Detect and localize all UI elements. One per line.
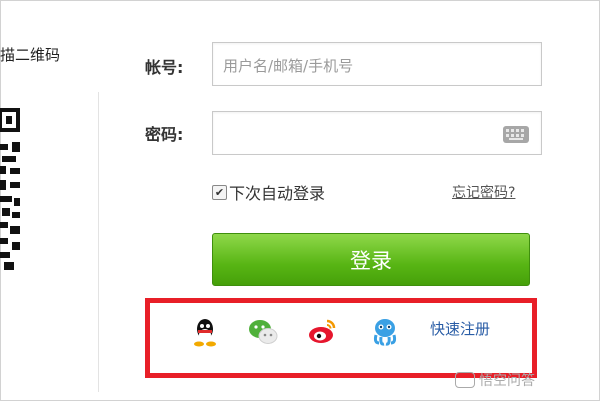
watermark-text: 悟空问答: [479, 373, 535, 389]
login-button[interactable]: 登录: [212, 233, 530, 286]
keyboard-icon[interactable]: [503, 126, 529, 143]
tencent-weibo-icon[interactable]: [370, 317, 400, 347]
auto-login-label: 下次自动登录: [229, 184, 326, 203]
forgot-password-link[interactable]: 忘记密码?: [452, 182, 515, 202]
account-input[interactable]: 用户名/邮箱/手机号: [212, 42, 542, 86]
weibo-icon[interactable]: [307, 317, 337, 347]
qr-code: [0, 108, 20, 270]
qr-scan-label: 描二维码: [0, 46, 61, 64]
auto-login-option[interactable]: ✔ 下次自动登录: [212, 180, 325, 204]
watermark-logo-icon: [455, 372, 475, 388]
auto-login-checkbox[interactable]: ✔: [212, 184, 227, 200]
account-label: 帐号:: [145, 58, 184, 77]
section-divider: [98, 92, 99, 392]
quick-register-link[interactable]: 快速注册: [430, 318, 490, 339]
watermark: 悟空问答: [455, 370, 535, 390]
qq-icon[interactable]: [190, 317, 220, 347]
password-label: 密码:: [145, 125, 184, 144]
account-placeholder: 用户名/邮箱/手机号: [223, 57, 354, 75]
password-input[interactable]: [212, 111, 542, 155]
wechat-icon[interactable]: [248, 317, 278, 347]
